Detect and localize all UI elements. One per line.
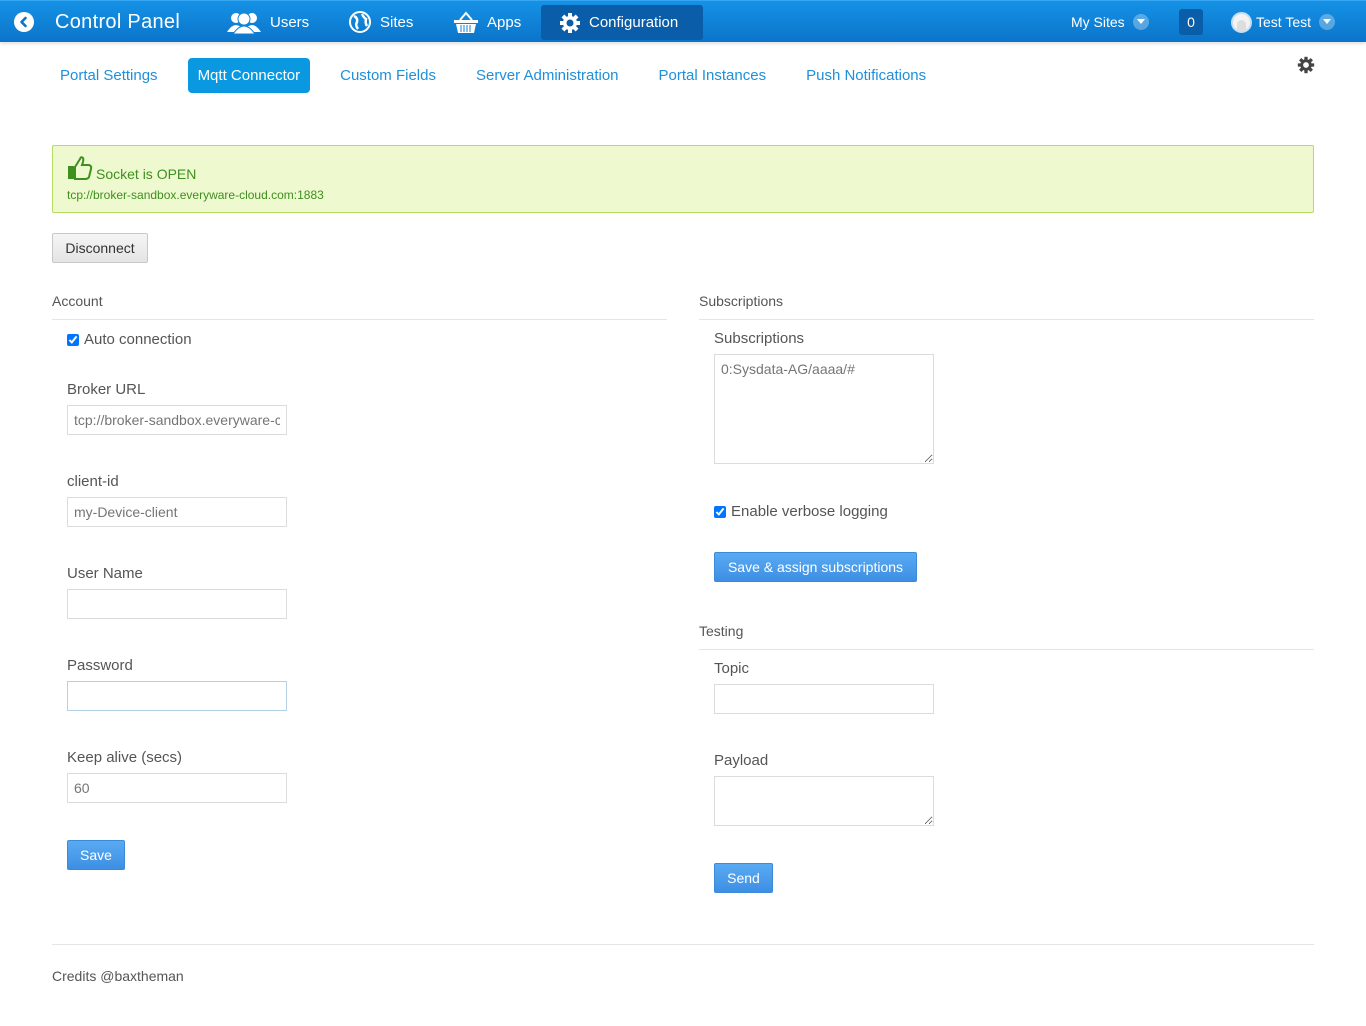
thumbs-up-icon [67,155,93,186]
verbose-logging-label: Enable verbose logging [731,503,888,520]
avatar [1231,11,1252,33]
globe-icon [348,10,372,34]
gear-icon [1297,56,1315,74]
caret-down-icon [1319,14,1335,30]
subscriptions-textarea[interactable] [714,354,934,464]
account-divider [52,319,667,320]
tab-portal-settings[interactable]: Portal Settings [50,58,168,93]
alert-broker-url: tcp://broker-sandbox.everyware-cloud.com… [67,188,324,202]
control-panel-title[interactable]: Control Panel [55,1,180,43]
payload-label: Payload [714,752,769,769]
testing-section-title: Testing [699,623,744,639]
topic-label: Topic [714,660,750,677]
subscriptions-divider [699,319,1314,320]
nav-apps-label: Apps [487,13,522,31]
send-button[interactable]: Send [714,863,773,893]
tab-push-notifications[interactable]: Push Notifications [796,58,936,93]
auto-connection-checkbox[interactable] [67,333,79,346]
save-button[interactable]: Save [67,840,125,870]
auto-connection-checkbox-row[interactable]: Auto connection [67,331,192,348]
broker-url-label: Broker URL [67,381,146,398]
testing-divider [699,649,1314,650]
nav-users[interactable]: Users [226,1,309,43]
my-sites-menu[interactable]: My Sites [1071,1,1149,43]
topic-input[interactable] [714,684,934,714]
nav-sites[interactable]: Sites [348,1,413,43]
config-subnav: Portal Settings Mqtt Connector Custom Fi… [50,58,956,93]
nav-configuration[interactable]: Configuration [541,5,703,40]
disconnect-button[interactable]: Disconnect [52,233,148,263]
basket-icon [453,10,479,34]
nav-users-label: Users [270,13,310,31]
keep-alive-input[interactable] [67,773,287,803]
client-id-label: client-id [67,473,119,490]
credits-text: Credits @baxtheman [52,968,184,984]
caret-down-icon [1132,14,1149,30]
user-name: Test Test [1256,14,1311,30]
subscriptions-section-title: Subscriptions [699,293,784,309]
tab-server-administration[interactable]: Server Administration [466,58,629,93]
account-section-title: Account [52,293,103,309]
verbose-logging-checkbox[interactable] [714,505,726,518]
keep-alive-label: Keep alive (secs) [67,749,183,766]
password-input[interactable] [67,681,287,711]
socket-status-alert: Socket is OPEN tcp://broker-sandbox.ever… [52,145,1314,213]
verbose-logging-checkbox-row[interactable]: Enable verbose logging [714,503,888,520]
client-id-input[interactable] [67,497,287,527]
password-label: Password [67,657,133,674]
users-icon [226,10,262,34]
settings-gear-button[interactable] [1297,56,1315,74]
tab-mqtt-connector[interactable]: Mqtt Connector [187,58,311,93]
gear-icon [559,12,581,34]
nav-sites-label: Sites [380,13,414,31]
tab-custom-fields[interactable]: Custom Fields [330,58,446,93]
tab-portal-instances[interactable]: Portal Instances [649,58,777,93]
user-menu[interactable]: Test Test [1231,1,1335,43]
notification-count-badge[interactable]: 0 [1179,9,1203,35]
broker-url-input[interactable] [67,405,287,435]
my-sites-label: My Sites [1071,14,1125,30]
dockbar: Control Panel Users Sites Apps Configura… [0,0,1366,42]
payload-textarea[interactable] [714,776,934,826]
user-name-input[interactable] [67,589,287,619]
auto-connection-label: Auto connection [84,331,192,348]
chevron-left-icon [20,16,27,28]
back-button[interactable] [14,12,34,32]
subscriptions-field-label: Subscriptions [714,330,805,347]
nav-apps[interactable]: Apps [453,1,521,43]
footer-divider [52,944,1314,945]
alert-title: Socket is OPEN [96,166,197,182]
save-assign-subscriptions-button[interactable]: Save & assign subscriptions [714,552,917,582]
user-name-label: User Name [67,565,143,582]
nav-configuration-label: Configuration [589,14,679,31]
